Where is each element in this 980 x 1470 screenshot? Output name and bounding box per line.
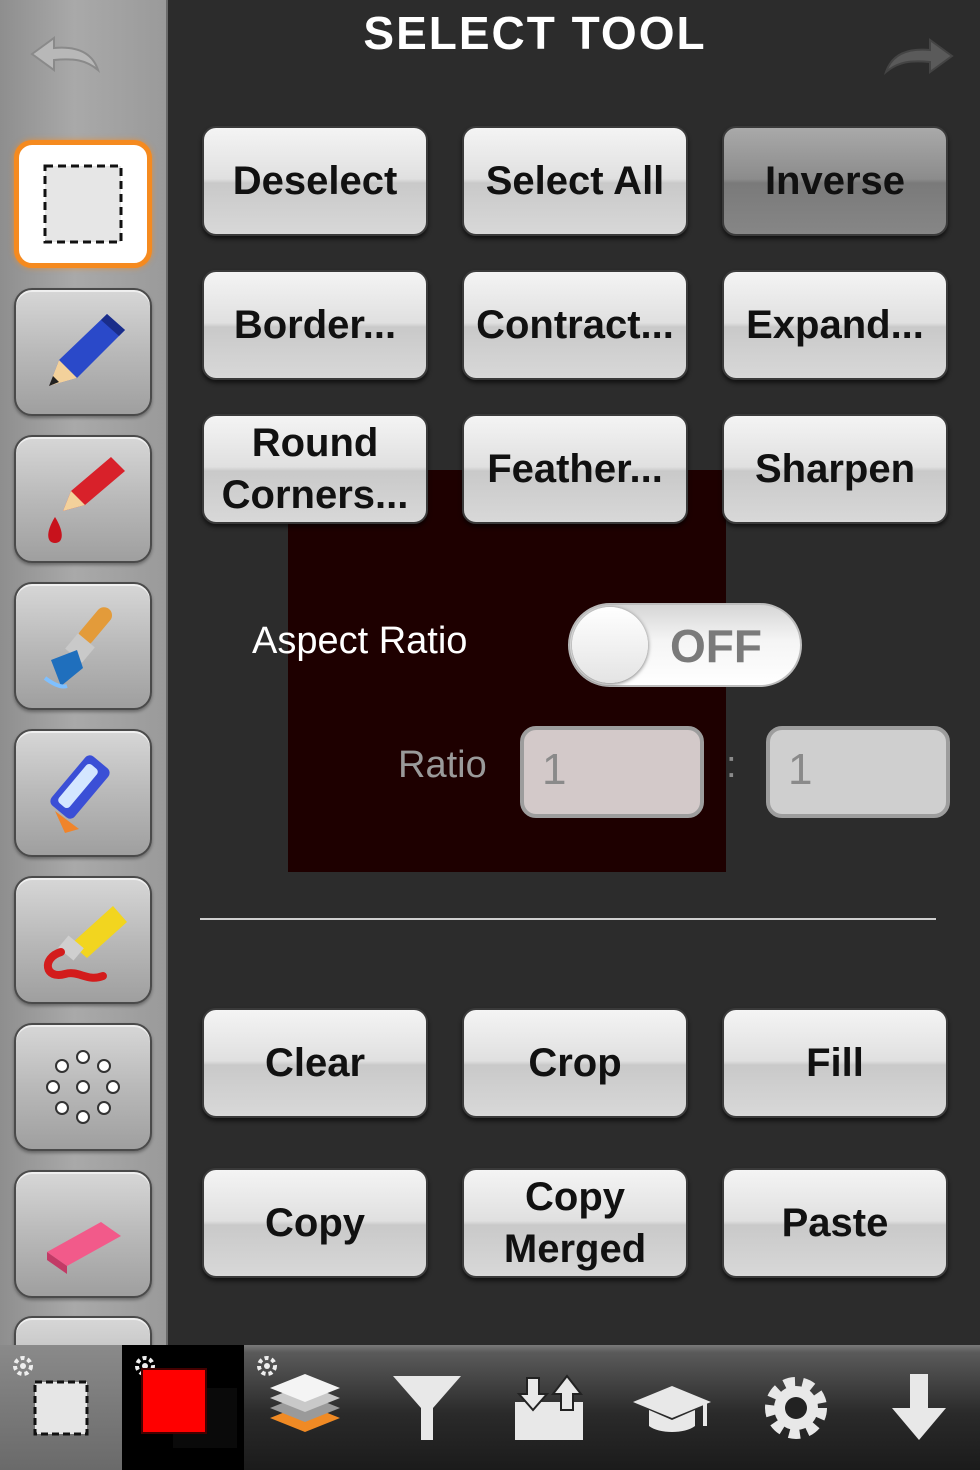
red-pencil-drop-icon — [48, 457, 125, 543]
toolbar-save-button[interactable] — [858, 1345, 980, 1470]
pencil-icon — [49, 314, 125, 386]
redo-icon[interactable] — [870, 32, 960, 82]
aspect-ratio-label: Aspect Ratio — [252, 620, 468, 662]
dots-brush-tool-button[interactable] — [14, 1023, 152, 1151]
copy-merged-label-line2: Merged — [503, 1227, 647, 1271]
selection-icon — [33, 1380, 89, 1435]
pencil-tool-button[interactable] — [14, 288, 152, 416]
deselect-button[interactable]: Deselect — [202, 126, 428, 236]
crop-button[interactable]: Crop — [462, 1008, 688, 1118]
page-title: SELECT TOOL — [363, 7, 707, 59]
filter-funnel-icon — [393, 1375, 461, 1440]
toolbar-import-export-button[interactable] — [488, 1345, 610, 1470]
toolbar-settings-button[interactable] — [734, 1345, 858, 1470]
ratio-width-field[interactable]: 1 — [520, 726, 704, 818]
settings-gear-icon — [765, 1376, 827, 1439]
layers-icon — [270, 1373, 340, 1432]
inverse-button[interactable]: Inverse — [722, 126, 948, 236]
eraser-tool-button[interactable] — [14, 1170, 152, 1298]
undo-icon[interactable] — [24, 30, 104, 80]
copy-merged-label-line1: Copy — [525, 1175, 625, 1219]
round-corners-label-line1: Round — [251, 421, 379, 465]
brush-tool-button[interactable] — [14, 582, 152, 710]
more-tool-button[interactable] — [14, 1316, 152, 1345]
bottom-toolbar — [0, 1345, 980, 1470]
expand-button[interactable]: Expand... — [722, 270, 948, 380]
copy-button[interactable]: Copy — [202, 1168, 428, 1278]
dots-circle-icon — [46, 1050, 120, 1124]
contract-button[interactable]: Contract... — [462, 270, 688, 380]
clear-button[interactable]: Clear — [202, 1008, 428, 1118]
ratio-separator: : — [726, 744, 737, 786]
copy-merged-button[interactable]: Copy Merged — [462, 1168, 688, 1278]
gear-small-icon — [257, 1356, 277, 1376]
tool-sidebar — [0, 0, 168, 1345]
import-export-icon — [515, 1373, 584, 1440]
toolbar-layers-button[interactable] — [244, 1345, 366, 1470]
feather-button[interactable]: Feather... — [462, 414, 688, 524]
paste-button[interactable]: Paste — [722, 1168, 948, 1278]
aspect-ratio-toggle[interactable]: OFF — [568, 603, 802, 687]
download-arrow-icon — [892, 1373, 946, 1440]
round-corners-label-line2: Corners... — [221, 473, 409, 517]
eraser-icon — [47, 1222, 121, 1274]
toolbar-color-button[interactable] — [122, 1345, 244, 1470]
toolbar-filters-button[interactable] — [366, 1345, 488, 1470]
section-divider — [200, 918, 936, 920]
toggle-knob — [572, 607, 648, 683]
primary-color-swatch — [141, 1367, 207, 1434]
toolbar-tutorial-button[interactable] — [610, 1345, 734, 1470]
dropper-tool-button[interactable] — [14, 435, 152, 563]
toolbar-selection-button[interactable] — [0, 1345, 122, 1470]
paintbrush-icon — [43, 607, 112, 689]
airbrush-icon — [50, 755, 110, 833]
selection-rectangle-icon — [43, 164, 123, 244]
select-all-button[interactable]: Select All — [462, 126, 688, 236]
toggle-state-text: OFF — [670, 620, 762, 672]
gear-small-icon — [13, 1356, 33, 1376]
ratio-height-field[interactable]: 1 — [766, 726, 950, 818]
ratio-label: Ratio — [398, 744, 487, 786]
selection-tool-button[interactable] — [14, 140, 152, 268]
select-tool-panel: SELECT TOOL Deselect Select All Inverse … — [170, 0, 980, 1345]
border-button[interactable]: Border... — [202, 270, 428, 380]
round-corners-button[interactable]: Round Corners... — [202, 414, 428, 524]
paint-tube-tool-button[interactable] — [14, 876, 152, 1004]
fill-button[interactable]: Fill — [722, 1008, 948, 1118]
sharpen-button[interactable]: Sharpen — [722, 414, 948, 524]
graduation-cap-icon — [633, 1385, 711, 1432]
paint-tube-icon — [43, 906, 127, 982]
airbrush-tool-button[interactable] — [14, 729, 152, 857]
